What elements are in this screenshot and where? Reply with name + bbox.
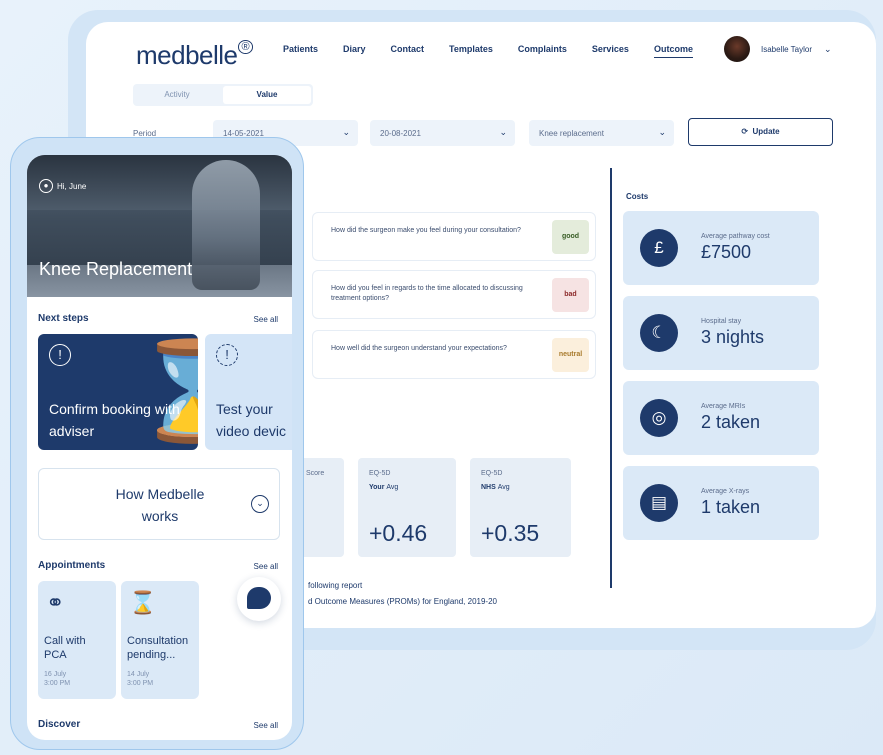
mri-icon: ◎ bbox=[640, 399, 678, 437]
eq5d-sub: Your Avg bbox=[369, 484, 399, 491]
alert-icon: ! bbox=[49, 344, 71, 366]
headset-icon: ⚭ bbox=[46, 590, 65, 615]
cost-card-xray: ▤ Average X-rays 1 taken bbox=[623, 466, 819, 540]
nav-services[interactable]: Services bbox=[592, 44, 629, 58]
phone-screen: ● Hi, June Knee Replacement Next steps S… bbox=[27, 155, 292, 740]
eq5d-your-card: EQ-5D Your Avg +0.46 bbox=[358, 458, 456, 557]
step-card-confirm-booking[interactable]: ⌛ ! Confirm booking with adviser bbox=[38, 334, 198, 450]
chat-icon bbox=[247, 587, 271, 609]
question-text: How did you feel in regards to the time … bbox=[331, 285, 523, 302]
cost-card-mri: ◎ Average MRIs 2 taken bbox=[623, 381, 819, 455]
chevron-down-icon: ⌄ bbox=[658, 127, 666, 137]
eq5d-label: EQ-5D bbox=[369, 470, 391, 477]
nav-patients[interactable]: Patients bbox=[283, 44, 318, 58]
nav-complaints[interactable]: Complaints bbox=[518, 44, 567, 58]
to-date-select[interactable]: 20-08-2021 ⌄ bbox=[370, 120, 515, 146]
greeting[interactable]: ● Hi, June bbox=[39, 179, 86, 193]
update-button[interactable]: ⟳ Update bbox=[688, 118, 833, 146]
tab-value[interactable]: Value bbox=[223, 86, 311, 104]
question-card: How did the surgeon make you feel during… bbox=[312, 212, 596, 261]
costs-title: Costs bbox=[626, 192, 649, 201]
user-name: Isabelle Taylor bbox=[761, 44, 812, 54]
pound-icon: £ bbox=[640, 229, 678, 267]
next-steps-title: Next steps bbox=[38, 313, 89, 324]
hourglass-icon: ⌛ bbox=[129, 590, 157, 615]
cost-card-pathway: £ Average pathway cost £7500 bbox=[623, 211, 819, 285]
question-card: How well did the surgeon understand your… bbox=[312, 330, 596, 379]
nav-contact[interactable]: Contact bbox=[391, 44, 425, 58]
see-all-link[interactable]: See all bbox=[254, 562, 278, 571]
appointments-title: Appointments bbox=[38, 560, 106, 571]
question-card: How did you feel in regards to the time … bbox=[312, 270, 596, 319]
step-card-test-video[interactable]: ! Test your video devic bbox=[205, 334, 292, 450]
chevron-down-icon: ⌄ bbox=[342, 127, 350, 137]
appointment-card[interactable]: ⌛ Consultation pending... 14 July 3:00 PM bbox=[121, 581, 199, 699]
question-text: How did the surgeon make you feel during… bbox=[331, 227, 521, 234]
question-text: How well did the surgeon understand your… bbox=[331, 345, 507, 352]
medbelle-logo[interactable]: medbelle ® bbox=[136, 40, 254, 71]
runner-figure bbox=[192, 160, 260, 290]
alert-icon: ! bbox=[216, 344, 238, 366]
chevron-down-icon: ⌄ bbox=[499, 127, 507, 137]
report-source[interactable]: d Outcome Measures (PROMs) for England, … bbox=[308, 597, 497, 606]
eq5d-value: +0.35 bbox=[481, 520, 540, 546]
chevron-down-icon: ⌄ bbox=[824, 43, 832, 54]
avatar bbox=[724, 36, 750, 62]
nav-templates[interactable]: Templates bbox=[449, 44, 493, 58]
rating-badge: good bbox=[552, 220, 589, 254]
report-note: following report bbox=[308, 581, 363, 590]
eq5d-sub: NHS Avg bbox=[481, 484, 510, 491]
chat-button[interactable] bbox=[237, 577, 281, 621]
procedure-select[interactable]: Knee replacement ⌄ bbox=[529, 120, 674, 146]
discover-title: Discover bbox=[38, 719, 81, 730]
divider bbox=[610, 168, 612, 588]
eq5d-value: +0.46 bbox=[369, 520, 428, 546]
eq5d-nhs-card: EQ-5D NHS Avg +0.35 bbox=[470, 458, 571, 557]
refresh-icon: ⟳ bbox=[741, 127, 749, 136]
how-medbelle-works-card[interactable]: How Medbelle works ⌄ bbox=[38, 468, 280, 540]
hero-image: ● Hi, June Knee Replacement bbox=[27, 155, 292, 297]
see-all-link[interactable]: See all bbox=[254, 721, 278, 730]
nav-diary[interactable]: Diary bbox=[343, 44, 366, 58]
hospital-stay-icon: ☾ bbox=[640, 314, 678, 352]
registered-mark: ® bbox=[237, 40, 254, 55]
user-menu[interactable]: Isabelle Taylor ⌄ bbox=[724, 36, 832, 62]
cost-card-hospital-stay: ☾ Hospital stay 3 nights bbox=[623, 296, 819, 370]
nav-outcome[interactable]: Outcome bbox=[653, 44, 693, 58]
score-label: Score bbox=[306, 470, 325, 477]
user-icon: ● bbox=[39, 179, 53, 193]
top-nav: medbelle ® Patients Diary Contact Templat… bbox=[86, 22, 876, 82]
eq5d-label: EQ-5D bbox=[481, 470, 503, 477]
view-tabs: Activity Value bbox=[133, 84, 313, 106]
appointment-card[interactable]: ⚭ Call with PCA 16 July 3:00 PM bbox=[38, 581, 116, 699]
xray-icon: ▤ bbox=[640, 484, 678, 522]
tab-activity[interactable]: Activity bbox=[133, 84, 221, 106]
nav-links: Patients Diary Contact Templates Complai… bbox=[283, 44, 718, 58]
hero-title: Knee Replacement bbox=[39, 259, 193, 279]
see-all-link[interactable]: See all bbox=[254, 315, 278, 324]
rating-badge: neutral bbox=[552, 338, 589, 372]
rating-badge: bad bbox=[552, 278, 589, 312]
chevron-down-icon: ⌄ bbox=[251, 495, 269, 513]
